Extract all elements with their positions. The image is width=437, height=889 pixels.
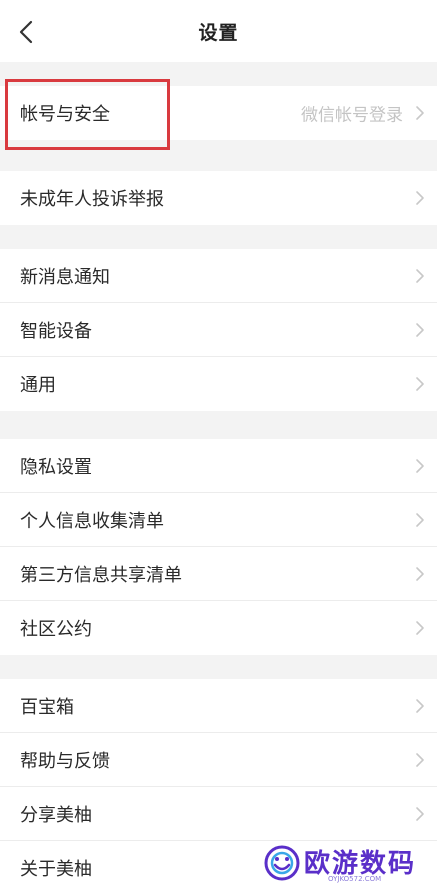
settings-item-help-feedback[interactable]: 帮助与反馈 — [0, 733, 437, 787]
settings-item-label: 通用 — [20, 375, 56, 396]
chevron-right-icon — [413, 104, 427, 122]
page-title: 设置 — [198, 22, 239, 44]
settings-group-privacy: 隐私设置 个人信息收集清单 第三方信息共享清单 社区公约 — [0, 439, 437, 655]
settings-item-label: 社区公约 — [20, 619, 92, 640]
settings-item-minor-report[interactable]: 未成年人投诉举报 — [0, 171, 437, 225]
settings-group-report: 未成年人投诉举报 — [0, 171, 437, 225]
chevron-right-icon — [413, 697, 427, 715]
settings-item-label: 未成年人投诉举报 — [20, 189, 164, 210]
chevron-right-icon — [413, 751, 427, 769]
settings-item-community-guidelines[interactable]: 社区公约 — [0, 601, 437, 655]
settings-item-personal-info-list[interactable]: 个人信息收集清单 — [0, 493, 437, 547]
settings-item-privacy-settings[interactable]: 隐私设置 — [0, 439, 437, 493]
settings-group-account: 帐号与安全 微信帐号登录 — [0, 86, 437, 140]
chevron-right-icon — [413, 457, 427, 475]
settings-item-third-party-sharing-list[interactable]: 第三方信息共享清单 — [0, 547, 437, 601]
chevron-right-icon — [413, 321, 427, 339]
chevron-right-icon — [413, 805, 427, 823]
settings-item-account-security[interactable]: 帐号与安全 微信帐号登录 — [0, 86, 437, 140]
top-nav-bar: 设置 — [0, 0, 437, 62]
settings-item-label: 新消息通知 — [20, 266, 110, 288]
settings-item-value: 微信帐号登录 — [301, 105, 403, 126]
settings-item-label: 第三方信息共享清单 — [20, 564, 182, 586]
settings-item-label: 智能设备 — [20, 320, 92, 342]
settings-item-general[interactable]: 通用 — [0, 357, 437, 411]
settings-item-label: 个人信息收集清单 — [20, 510, 164, 532]
settings-item-toolbox[interactable]: 百宝箱 — [0, 679, 437, 733]
chevron-right-icon — [413, 511, 427, 529]
settings-item-label: 帮助与反馈 — [20, 750, 110, 772]
settings-item-label: 关于美柚 — [20, 859, 92, 880]
settings-item-new-message-notification[interactable]: 新消息通知 — [0, 249, 437, 303]
settings-item-smart-devices[interactable]: 智能设备 — [0, 303, 437, 357]
settings-group-misc: 百宝箱 帮助与反馈 分享美柚 关于美柚 — [0, 679, 437, 889]
chevron-right-icon — [413, 267, 427, 285]
settings-group-general: 新消息通知 智能设备 通用 — [0, 249, 437, 411]
settings-item-label: 帐号与安全 — [20, 104, 110, 125]
chevron-right-icon — [413, 565, 427, 583]
settings-item-label: 百宝箱 — [20, 696, 74, 718]
chevron-right-icon — [413, 189, 427, 207]
settings-item-label: 分享美柚 — [20, 804, 92, 826]
settings-item-share-app[interactable]: 分享美柚 — [0, 787, 437, 841]
settings-item-label: 隐私设置 — [20, 456, 92, 478]
chevron-right-icon — [413, 375, 427, 393]
settings-item-about-app[interactable]: 关于美柚 — [0, 841, 437, 889]
chevron-right-icon — [413, 619, 427, 637]
